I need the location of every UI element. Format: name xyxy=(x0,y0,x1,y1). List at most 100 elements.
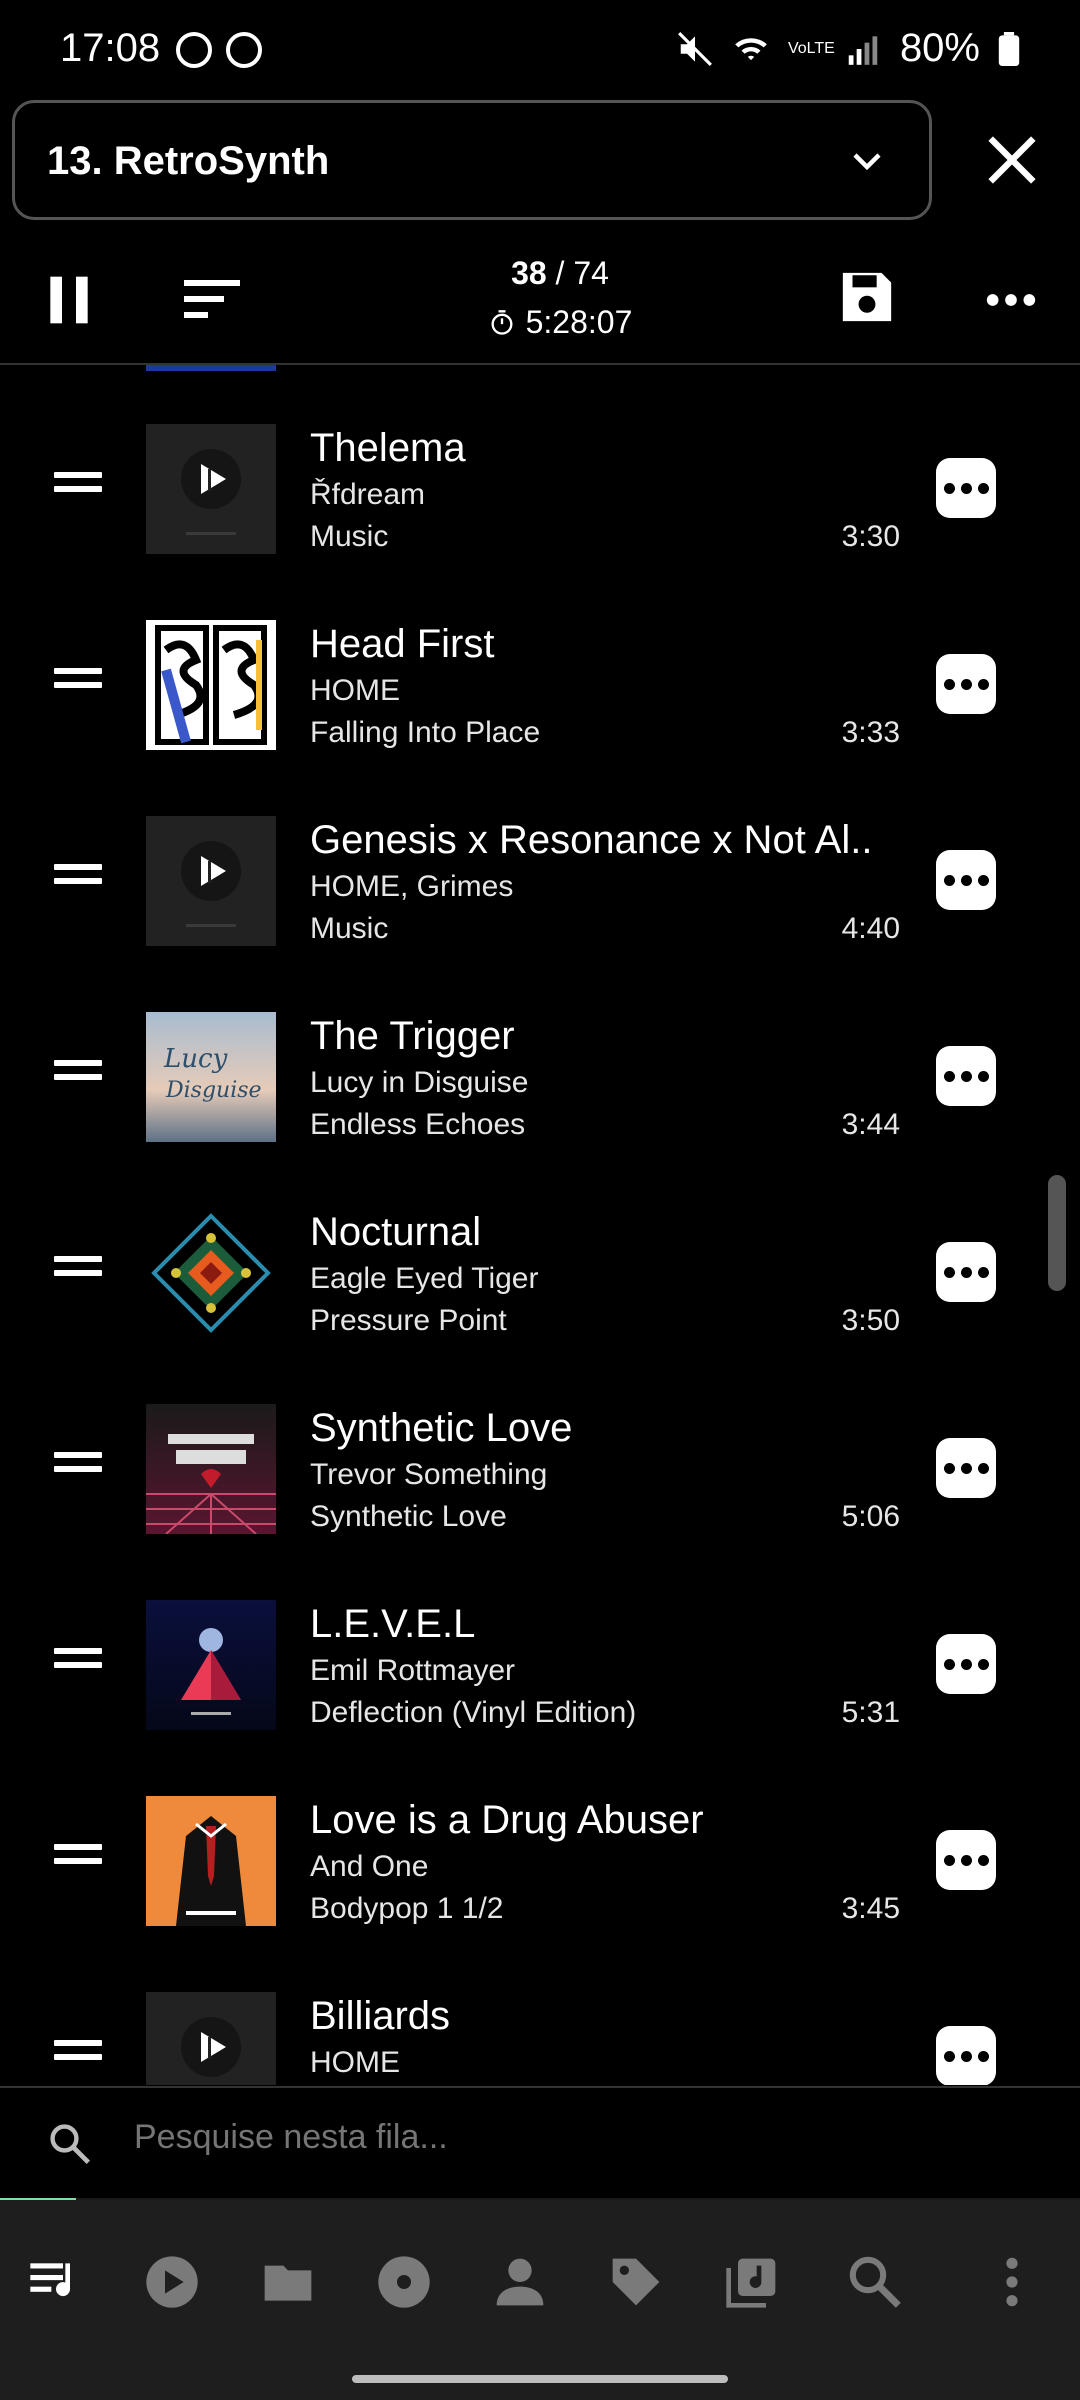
nav-queue[interactable] xyxy=(26,2252,86,2312)
album-art xyxy=(146,816,276,946)
nav-artists[interactable] xyxy=(490,2252,550,2312)
track-title: Head First xyxy=(310,622,495,666)
pause-button[interactable] xyxy=(44,272,94,328)
nav-playlists[interactable] xyxy=(722,2252,782,2312)
album-icon xyxy=(378,2256,430,2308)
track-duration: 3:33 xyxy=(841,716,900,749)
track-options-button[interactable] xyxy=(936,850,996,910)
track-album: Synthetic Love xyxy=(310,1500,507,1533)
track-artist: Lucy in Disguise xyxy=(310,1066,529,1099)
partial-album-art xyxy=(146,365,276,371)
track-row[interactable]: Nocturnal Eagle Eyed Tiger Pressure Point 3… xyxy=(0,1174,1080,1370)
track-row[interactable]: Head First HOME Falling Into Place 3:33 xyxy=(0,586,1080,782)
nav-folders[interactable] xyxy=(258,2252,318,2312)
track-row[interactable]: Billiards HOME xyxy=(0,1958,1080,2085)
timer-icon xyxy=(491,309,513,335)
close-button[interactable] xyxy=(980,128,1044,192)
album-art xyxy=(146,1992,276,2085)
track-artist: HOME xyxy=(310,674,400,707)
bottom-navigation xyxy=(0,2200,1080,2400)
drag-handle-icon[interactable] xyxy=(54,668,102,698)
album-art xyxy=(146,1208,276,1338)
drag-handle-icon[interactable] xyxy=(54,1256,102,1286)
track-duration: 3:44 xyxy=(841,1108,900,1141)
album-art xyxy=(146,620,276,750)
track-options-button[interactable] xyxy=(936,1830,996,1890)
drag-handle-icon[interactable] xyxy=(54,472,102,502)
track-row[interactable]: Thelema Řfdream Music 3:30 xyxy=(0,390,1080,586)
track-options-button[interactable] xyxy=(936,458,996,518)
track-album: Music xyxy=(310,912,389,945)
track-row[interactable]: Lucy Disguise The Trigger Lucy in Disguise E… xyxy=(0,978,1080,1174)
total-duration: 5:28:07 xyxy=(525,304,633,340)
sort-button[interactable] xyxy=(184,275,240,325)
home-indicator[interactable] xyxy=(352,2375,728,2383)
track-options-button[interactable] xyxy=(936,1046,996,1106)
track-options-button[interactable] xyxy=(936,654,996,714)
nav-more[interactable] xyxy=(982,2252,1042,2312)
track-duration: 5:06 xyxy=(841,1500,900,1533)
track-album: Deflection (Vinyl Edition) xyxy=(310,1696,637,1729)
album-art xyxy=(146,1796,276,1926)
drag-handle-icon[interactable] xyxy=(54,1060,102,1090)
more-options-button[interactable] xyxy=(986,285,1036,315)
drag-handle-icon[interactable] xyxy=(54,1452,102,1482)
track-album: Falling Into Place xyxy=(310,716,541,749)
more-vert-icon xyxy=(1006,2257,1018,2307)
track-row[interactable]: Love is a Drug Abuser And One Bodypop 1 1/… xyxy=(0,1762,1080,1958)
track-artist: Řfdream xyxy=(310,478,426,511)
drag-handle-icon[interactable] xyxy=(54,1844,102,1874)
playlist-icon xyxy=(726,2258,776,2308)
tag-icon xyxy=(612,2258,660,2306)
search-icon xyxy=(50,2124,91,2165)
drag-handle-icon[interactable] xyxy=(54,864,102,894)
track-row[interactable]: L.E.V.E.L Emil Rottmayer Deflection (Vinyl… xyxy=(0,1566,1080,1762)
wifi-icon xyxy=(735,37,767,60)
track-options-button[interactable] xyxy=(936,1242,996,1302)
network-label: VoLTE xyxy=(787,39,835,57)
queue-total: 74 xyxy=(573,255,609,291)
track-duration: 3:50 xyxy=(841,1304,900,1337)
nav-search[interactable] xyxy=(845,2252,905,2312)
mute-icon xyxy=(677,31,712,66)
track-options-button[interactable] xyxy=(936,2026,996,2085)
track-row[interactable]: Genesis x Resonance x Not Al.. HOME, Grim… xyxy=(0,782,1080,978)
album-art: Lucy Disguise xyxy=(146,1012,276,1142)
track-title: Nocturnal xyxy=(310,1210,482,1254)
queue-icon xyxy=(30,2263,71,2297)
track-title: The Trigger xyxy=(310,1014,515,1058)
status-time: 17:08 xyxy=(60,26,161,70)
nav-now-playing[interactable] xyxy=(142,2252,202,2312)
track-title: Love is a Drug Abuser xyxy=(310,1798,704,1842)
queue-list[interactable]: Thelema Řfdream Music 3:30 Head First HOME Fal… xyxy=(0,365,1080,2085)
track-artist: Eagle Eyed Tiger xyxy=(310,1262,539,1295)
track-album: Bodypop 1 1/2 xyxy=(310,1892,504,1925)
track-album: Pressure Point xyxy=(310,1304,507,1337)
track-options-button[interactable] xyxy=(936,1438,996,1498)
save-button[interactable] xyxy=(838,268,896,326)
track-duration: 5:31 xyxy=(841,1696,900,1729)
queue-selector[interactable]: 13. RetroSynth xyxy=(12,100,932,220)
track-album: Endless Echoes xyxy=(310,1108,526,1141)
search-input[interactable] xyxy=(134,2118,1014,2157)
drag-handle-icon[interactable] xyxy=(54,1648,102,1678)
app-notification-icon xyxy=(226,32,262,68)
notification-icons xyxy=(176,32,262,68)
battery-icon xyxy=(998,31,1020,66)
queue-search-bar xyxy=(0,2086,1080,2204)
status-right: VoLTE 80% xyxy=(676,26,1020,71)
search-icon xyxy=(849,2256,901,2308)
queue-toolbar: 38 / 74 5:28:07 xyxy=(0,235,1080,365)
track-title: Genesis x Resonance x Not Al.. xyxy=(310,818,873,862)
scrollbar-thumb[interactable] xyxy=(1048,1175,1066,1291)
counter-separator: / xyxy=(555,255,565,291)
drag-handle-icon[interactable] xyxy=(54,2040,102,2070)
nav-genres[interactable] xyxy=(606,2252,666,2312)
status-bar: 17:08 VoLTE 80% xyxy=(0,0,1080,100)
folder-icon xyxy=(264,2265,312,2301)
track-artist: Emil Rottmayer xyxy=(310,1654,516,1687)
track-row[interactable]: Synthetic Love Trevor Something Synthetic … xyxy=(0,1370,1080,1566)
nav-albums[interactable] xyxy=(374,2252,434,2312)
track-options-button[interactable] xyxy=(936,1634,996,1694)
album-art xyxy=(146,1600,276,1730)
